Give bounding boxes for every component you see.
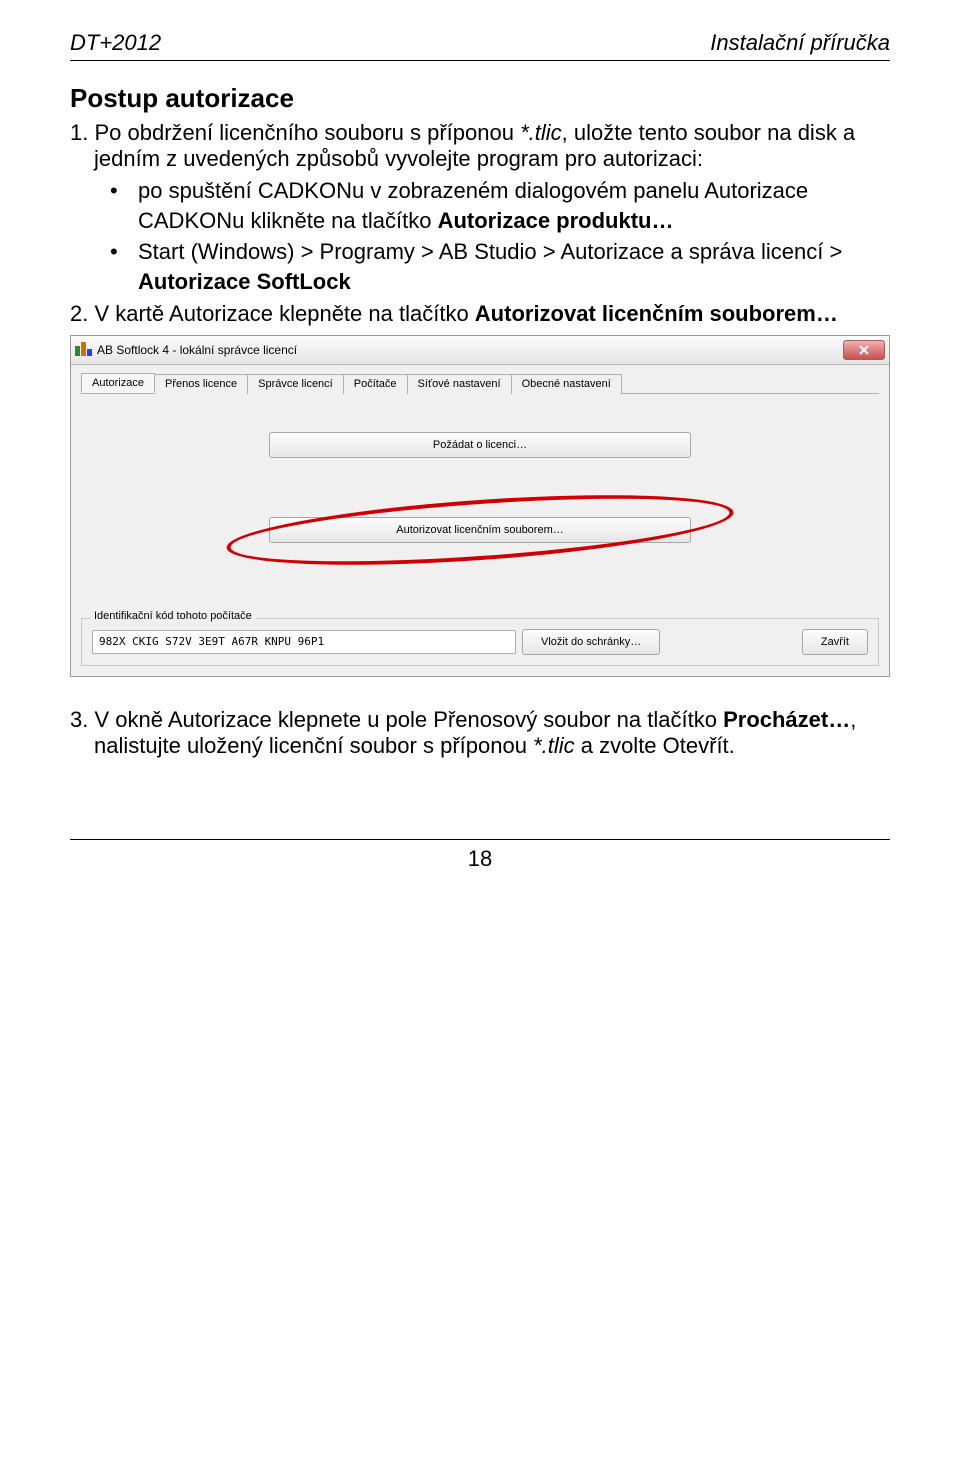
step-3-prefix: 3. V okně Autorizace klepnete u pole Pře… [70,707,723,732]
dialog-middle: Požádat o licenci… Autorizovat licenčním… [81,412,879,612]
tab-strip: Autorizace Přenos licence Správce licenc… [81,373,879,394]
app-icon [75,342,91,358]
header-left: DT+2012 [70,30,161,56]
bullet-1: po spuštění CADKONu v zobrazeném dialogo… [110,176,890,235]
step-2-prefix: 2. V kartě Autorizace klepněte na tlačít… [70,301,475,326]
running-header: DT+2012 Instalační příručka [70,30,890,56]
request-license-button[interactable]: Požádat o licenci… [269,432,691,458]
close-dialog-button[interactable]: Zavřít [802,629,868,655]
tab-prenos-licence[interactable]: Přenos licence [154,374,248,394]
step-1-prefix: 1. Po obdržení licenčního souboru s příp… [70,120,520,145]
step-3: 3. V okně Autorizace klepnete u pole Pře… [94,707,890,759]
step-3-ext: *.tlic [533,733,575,758]
close-icon [858,344,870,356]
id-code-legend: Identifikační kód tohoto počítače [90,610,256,622]
bullet-2-bold: Autorizace SoftLock [138,269,351,294]
bullet-1-bold: Autorizace produktu… [438,208,674,233]
page-number: 18 [468,846,492,871]
close-button[interactable] [843,340,885,360]
id-code-group: Identifikační kód tohoto počítače 982X C… [81,618,879,666]
header-right: Instalační příručka [710,30,890,56]
step-2: 2. V kartě Autorizace klepněte na tlačít… [94,301,890,327]
dialog-body: Autorizace Přenos licence Správce licenc… [71,365,889,676]
step-3-tail: a zvolte Otevřít. [575,733,735,758]
step-2-bold: Autorizovat licenčním souborem… [475,301,838,326]
authorize-area: Autorizovat licenčním souborem… [121,508,839,552]
authorize-file-button[interactable]: Autorizovat licenčním souborem… [269,517,691,543]
section-title: Postup autorizace [70,83,890,114]
step-3-bold1: Procházet… [723,707,850,732]
tab-pocitace[interactable]: Počítače [343,374,408,394]
header-rule [70,60,890,61]
bullet-2: Start (Windows) > Programy > AB Studio >… [110,237,890,296]
page-footer: 18 [70,839,890,872]
dialog-window: AB Softlock 4 - lokální správce licencí … [70,335,890,677]
id-code-row: 982X CKIG S72V 3E9T A67R KNPU 96P1 Vloži… [92,629,868,655]
window-title: AB Softlock 4 - lokální správce licencí [97,343,843,357]
clipboard-button[interactable]: Vložit do schránky… [522,629,660,655]
tab-autorizace[interactable]: Autorizace [81,373,155,393]
bullet-list: po spuštění CADKONu v zobrazeném dialogo… [110,176,890,297]
titlebar: AB Softlock 4 - lokální správce licencí [71,336,889,365]
tab-spravce-licenci[interactable]: Správce licencí [247,374,344,394]
bullet-2-text: Start (Windows) > Programy > AB Studio >… [138,239,842,264]
step-1-ext: *.tlic [520,120,562,145]
tab-obecne-nastaveni[interactable]: Obecné nastavení [511,374,622,394]
id-code-field[interactable]: 982X CKIG S72V 3E9T A67R KNPU 96P1 [92,630,516,654]
tab-sitove-nastaveni[interactable]: Síťové nastavení [407,374,512,394]
step-1: 1. Po obdržení licenčního souboru s příp… [94,120,890,172]
document-page: DT+2012 Instalační příručka Postup autor… [0,0,960,1464]
